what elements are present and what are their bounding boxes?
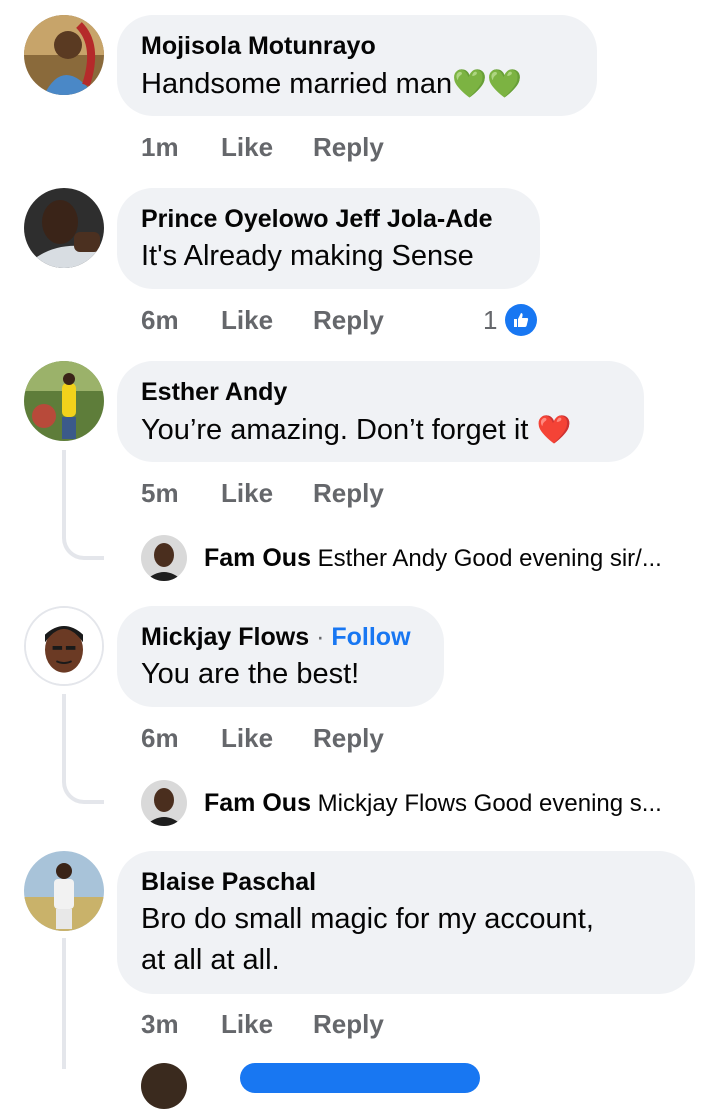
comment-author[interactable]: Mojisola Motunrayo [141,29,573,63]
reply-button[interactable]: Reply [313,722,384,754]
avatar[interactable] [24,851,104,931]
thread-connector [62,450,104,560]
like-button[interactable]: Like [221,477,273,509]
comment-time: 5m [141,478,179,508]
reply-button-partial[interactable] [240,1063,480,1093]
comment-bubble: Mickjay Flows · Follow You are the best! [117,606,444,707]
comment-time: 6m [141,723,179,753]
comment-time: 6m [141,305,179,335]
comment-bubble: Esther Andy You’re amazing. Don’t forget… [117,361,644,462]
comment-header: Mickjay Flows · Follow [141,620,420,654]
profile-photo-icon [141,535,187,581]
comment-text: You are the best! [141,658,360,690]
reply-preview[interactable]: Fam Ous Esther Andy Good evening sir/... [204,542,662,575]
separator-dot: · [316,623,325,651]
reaction-count: 1 [483,305,498,336]
like-button[interactable]: Like [221,722,273,754]
reply-button[interactable]: Reply [313,1008,384,1040]
like-button[interactable]: Like [221,131,273,163]
comment-text-line: at all at all. [141,944,280,976]
comment-bubble: Mojisola Motunrayo Handsome married man💚… [117,15,597,116]
reply-snippet: Esther Andy Good evening sir/... [317,545,662,572]
green-heart-emoji: 💚💚 [452,68,522,99]
reaction-summary[interactable]: 1 [483,302,537,337]
like-button[interactable]: Like [221,1008,273,1040]
comment-text: Handsome married man💚💚 [141,68,522,100]
comment-text: You’re amazing. Don’t forget it ❤️ [141,414,572,446]
comment-author[interactable]: Mickjay Flows [141,623,309,651]
comment-author[interactable]: Esther Andy [141,375,620,409]
comment-bubble: Blaise Paschal Bro do small magic for my… [117,851,695,994]
comment-author[interactable]: Blaise Paschal [141,865,671,899]
like-button[interactable]: Like [221,304,273,336]
reply-avatar[interactable] [141,535,187,581]
profile-photo-icon [24,188,104,268]
reply-avatar[interactable] [141,1063,187,1109]
profile-photo-icon [24,15,104,95]
thread-connector [62,938,66,1069]
thread-connector [62,694,104,804]
reply-snippet: Mickjay Flows Good evening s... [317,790,662,817]
avatar[interactable] [24,361,104,441]
reply-avatar[interactable] [141,780,187,826]
avatar[interactable] [24,188,104,268]
profile-photo-icon [141,780,187,826]
profile-photo-icon [26,608,102,684]
avatar[interactable] [24,15,104,95]
profile-photo-icon [24,361,104,441]
reply-preview[interactable]: Fam Ous Mickjay Flows Good evening s... [204,787,662,820]
reply-author: Fam Ous [204,544,311,572]
comment-time: 1m [141,132,179,162]
reply-button[interactable]: Reply [313,131,384,163]
follow-button[interactable]: Follow [331,623,410,651]
comment-bubble: Prince Oyelowo Jeff Jola-Ade It's Alread… [117,188,540,289]
comment-text: It's Already making Sense [141,240,474,272]
comment-time: 3m [141,1009,179,1039]
comment-text-line: Bro do small magic for my account, [141,903,594,935]
avatar[interactable] [24,606,104,686]
reply-author: Fam Ous [204,789,311,817]
comment-author[interactable]: Prince Oyelowo Jeff Jola-Ade [141,202,516,236]
profile-photo-icon [24,851,104,931]
reply-button[interactable]: Reply [313,304,384,336]
red-heart-emoji: ❤️ [536,414,572,445]
reply-button[interactable]: Reply [313,477,384,509]
thumbs-up-icon [504,304,537,337]
